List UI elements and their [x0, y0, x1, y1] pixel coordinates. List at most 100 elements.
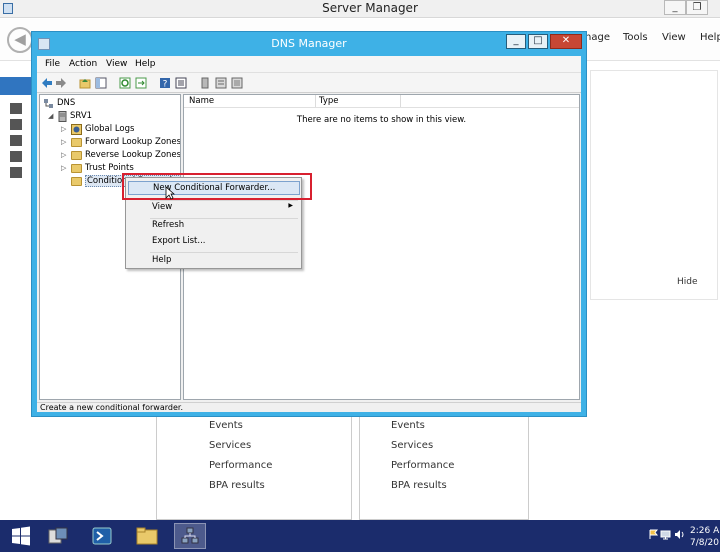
empty-list-message: There are no items to show in this view.: [296, 115, 467, 125]
local-server-icon[interactable]: [10, 103, 22, 114]
dashboard-icon[interactable]: [0, 77, 34, 95]
up-folder-icon[interactable]: [79, 77, 91, 89]
dns-role-icon[interactable]: [10, 151, 22, 162]
taskbar-powershell[interactable]: [86, 523, 118, 549]
role-tile-2: Events Services Performance BPA results: [359, 412, 529, 520]
dns-menubar: File Action View Help: [37, 56, 581, 72]
server-manager-titlebar: Server Manager _ ❐: [0, 0, 720, 18]
back-icon[interactable]: [41, 77, 53, 89]
folder-icon: [71, 138, 82, 147]
dns-close-button[interactable]: ✕: [550, 34, 582, 49]
export-list-icon[interactable]: [135, 77, 147, 89]
tree-label-dns: DNS: [57, 98, 76, 108]
ctx-refresh[interactable]: Refresh: [128, 219, 300, 233]
expand-arrow-icon[interactable]: ▷: [61, 164, 67, 172]
tree-label-reverse-zones: Reverse Lookup Zones: [85, 150, 181, 160]
status-text: Create a new conditional forwarder.: [40, 403, 183, 412]
column-divider[interactable]: [400, 95, 401, 107]
tile2-bpa-link[interactable]: BPA results: [391, 480, 447, 491]
server-icon-2[interactable]: [215, 77, 227, 89]
menu-view-dns[interactable]: View: [106, 59, 127, 69]
minimize-button[interactable]: _: [664, 0, 686, 15]
folder-icon: [71, 164, 82, 173]
ctx-export-list[interactable]: Export List...: [128, 235, 300, 249]
ctx-label: Export List...: [152, 236, 206, 246]
powershell-icon: [92, 527, 112, 545]
tile2-services-link[interactable]: Services: [391, 440, 433, 451]
column-divider[interactable]: [315, 95, 316, 107]
back-arrow-icon[interactable]: ◀: [7, 27, 33, 53]
role-tile-1: Events Services Performance BPA results: [156, 412, 352, 520]
expand-arrow-icon[interactable]: ▷: [61, 151, 67, 159]
file-explorer-icon: [136, 527, 158, 545]
status-bar: Create a new conditional forwarder.: [37, 402, 581, 412]
menu-view[interactable]: View: [662, 32, 686, 43]
taskbar-file-explorer[interactable]: [131, 523, 163, 549]
expand-arrow-icon[interactable]: ▷: [61, 138, 67, 146]
dns-manager-title: DNS Manager: [271, 37, 347, 50]
clock-time: 2:26 AM: [690, 526, 720, 536]
tile1-bpa-link[interactable]: BPA results: [209, 480, 265, 491]
dns-minimize-button[interactable]: _: [506, 34, 526, 49]
dns-toolbar: ?: [37, 72, 581, 93]
action-center-flag-icon[interactable]: [648, 529, 659, 540]
dns-node-icon: [44, 99, 53, 108]
collapse-arrow-icon[interactable]: ◢: [48, 112, 54, 120]
ctx-help[interactable]: Help: [128, 254, 300, 268]
tile2-performance-link[interactable]: Performance: [391, 460, 454, 471]
tree-label-srv1: SRV1: [70, 111, 93, 121]
tree-label-global-logs: Global Logs: [85, 124, 135, 134]
list-header: Name Type: [184, 95, 579, 108]
forward-icon[interactable]: [55, 77, 67, 89]
tile1-performance-link[interactable]: Performance: [209, 460, 272, 471]
help-icon[interactable]: ?: [159, 77, 171, 89]
ctx-label: View: [152, 202, 173, 212]
refresh-icon[interactable]: [119, 77, 131, 89]
menu-tools[interactable]: Tools: [623, 32, 648, 43]
dns-manager-task-icon: [181, 527, 199, 544]
volume-icon[interactable]: [674, 529, 685, 540]
welcome-panel: [590, 70, 718, 300]
server-node-icon: [58, 111, 67, 122]
network-icon[interactable]: [660, 529, 671, 540]
hide-link[interactable]: Hide: [677, 277, 698, 287]
ctx-view[interactable]: View ▶: [128, 201, 300, 215]
dns-manager-titlebar[interactable]: DNS Manager _ □ ✕: [32, 32, 586, 56]
menu-action[interactable]: Action: [69, 59, 97, 69]
menu-help-dns[interactable]: Help: [135, 59, 156, 69]
submenu-arrow-icon: ▶: [288, 202, 293, 209]
ctx-label: Help: [152, 255, 172, 265]
taskbar-server-manager[interactable]: [42, 523, 74, 549]
folder-icon: [71, 177, 82, 186]
tree-label-forward-zones: Forward Lookup Zones: [85, 137, 181, 147]
menu-file[interactable]: File: [45, 59, 60, 69]
properties-icon[interactable]: [175, 77, 187, 89]
taskbar-clock[interactable]: 2:26 AM 7/8/2013: [690, 525, 720, 549]
menu-manage[interactable]: nage: [585, 32, 610, 43]
server-manager-nav: [0, 75, 34, 195]
dns-manager-window: DNS Manager _ □ ✕ File Action View Help …: [31, 31, 587, 417]
server-icon-3[interactable]: [231, 77, 243, 89]
show-hide-tree-icon[interactable]: [95, 77, 107, 89]
tile2-events-link[interactable]: Events: [391, 420, 425, 431]
dns-client-area: File Action View Help ? DNS ◢ SRV1 ▷ Glo…: [37, 56, 581, 412]
clock-date: 7/8/2013: [690, 538, 720, 548]
server-icon-1[interactable]: [199, 77, 211, 89]
highlight-annotation-box: [122, 173, 312, 200]
column-name[interactable]: Name: [189, 96, 214, 106]
tile1-events-link[interactable]: Events: [209, 420, 243, 431]
all-servers-icon[interactable]: [10, 119, 22, 130]
restore-button[interactable]: ❐: [686, 0, 708, 15]
taskbar-dns-manager[interactable]: [174, 523, 206, 549]
menu-help[interactable]: Help: [700, 32, 720, 43]
start-button-icon[interactable]: [8, 523, 34, 549]
file-services-icon[interactable]: [10, 167, 22, 178]
expand-arrow-icon[interactable]: ▷: [61, 125, 67, 133]
svg-text:?: ?: [163, 80, 168, 90]
column-type[interactable]: Type: [319, 96, 339, 106]
tile1-services-link[interactable]: Services: [209, 440, 251, 451]
server-manager-task-icon: [48, 527, 68, 544]
dns-maximize-button[interactable]: □: [528, 34, 548, 49]
ad-ds-icon[interactable]: [10, 135, 22, 146]
tree-label-trust-points: Trust Points: [85, 163, 134, 173]
